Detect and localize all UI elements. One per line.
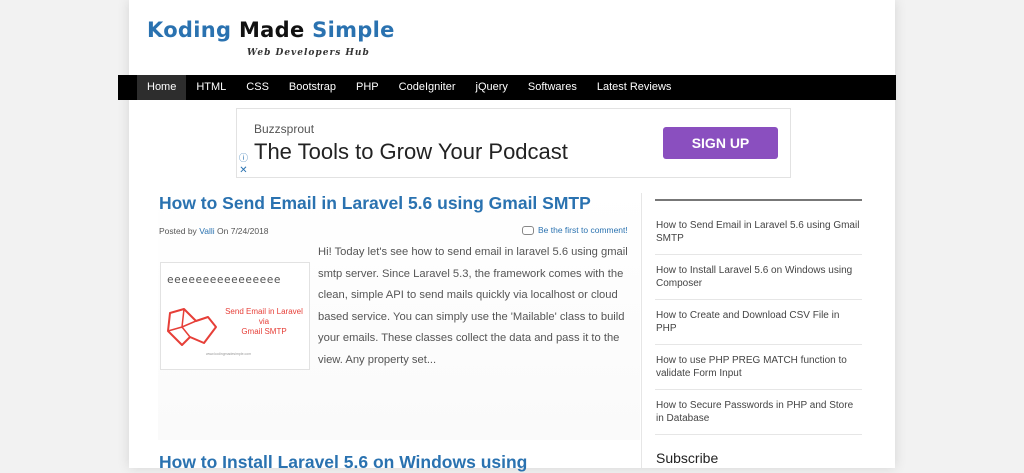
nav-item-codeigniter[interactable]: CodeIgniter (389, 75, 466, 100)
thumbnail-caption: Send Email in Laravel via Gmail SMTP (219, 307, 309, 337)
post-date: 7/24/2018 (230, 226, 269, 236)
main-nav: Home HTML CSS Bootstrap PHP CodeIgniter … (118, 75, 896, 100)
thumb-url: www.kodingmadesimple.com (206, 352, 252, 356)
recent-post-item[interactable]: How to Install Laravel 5.6 on Windows us… (655, 255, 862, 300)
post-meta: Posted by Valli On 7/24/2018 (159, 226, 269, 236)
nav-item-softwares[interactable]: Softwares (518, 75, 587, 100)
logo-word-simple: Simple (312, 18, 395, 42)
recent-post-item[interactable]: How to Secure Passwords in PHP and Store… (655, 390, 862, 435)
logo-word-made: Made (238, 18, 305, 42)
recent-post-item[interactable]: How to Create and Download CSV File in P… (655, 300, 862, 345)
ad-close-icon[interactable]: ✕ (238, 165, 249, 176)
logo-word-koding: Koding (147, 18, 232, 42)
post2-title-link[interactable]: How to Install Laravel 5.6 on Windows us… (159, 452, 527, 473)
post-card: How to Send Email in Laravel 5.6 using G… (158, 190, 640, 440)
thumb-line-3: Gmail SMTP (241, 327, 287, 336)
comment-icon (522, 225, 534, 235)
post-title-link[interactable]: How to Send Email in Laravel 5.6 using G… (159, 193, 591, 214)
nav-item-bootstrap[interactable]: Bootstrap (279, 75, 346, 100)
nav-item-home[interactable]: Home (137, 75, 187, 100)
meta-posted-by: Posted by (159, 226, 197, 236)
comments-link[interactable]: Be the first to comment! (522, 225, 628, 235)
nav-item-php[interactable]: PHP (346, 75, 389, 100)
content-divider (641, 193, 642, 468)
nav-item-css[interactable]: CSS (236, 75, 279, 100)
comments-label: Be the first to comment! (538, 225, 628, 235)
nav-item-latest-reviews[interactable]: Latest Reviews (587, 75, 682, 100)
nav-item-html[interactable]: HTML (186, 75, 236, 100)
thumb-line-1: Send Email in Laravel (225, 307, 303, 316)
notebook-rings: eeeeeeeeeeeeeeee (167, 273, 281, 286)
ad-banner[interactable]: Buzzsprout The Tools to Grow Your Podcas… (236, 108, 791, 178)
thumb-line-2: via (258, 317, 270, 326)
laravel-logo-icon (167, 308, 217, 346)
meta-on: On (217, 226, 229, 236)
ad-brand: Buzzsprout (254, 122, 315, 136)
author-link[interactable]: Valli (199, 226, 214, 236)
recent-post-item[interactable]: How to use PHP PREG MATCH function to va… (655, 345, 862, 390)
nav-item-jquery[interactable]: jQuery (466, 75, 518, 100)
post-thumbnail[interactable]: eeeeeeeeeeeeeeee Send Email in Laravel v… (160, 262, 310, 370)
ad-signup-button[interactable]: SIGN UP (663, 127, 778, 159)
recent-post-item[interactable]: How to Send Email in Laravel 5.6 using G… (655, 210, 862, 255)
sidebar-rule (655, 199, 862, 201)
ad-headline: The Tools to Grow Your Podcast (254, 139, 568, 164)
site-logo[interactable]: Koding Made Simple (147, 18, 395, 42)
site-tagline: Web Developers Hub (247, 48, 370, 58)
ad-info-icon[interactable]: ⓘ (238, 153, 249, 164)
recent-posts-list: How to Send Email in Laravel 5.6 using G… (655, 210, 862, 435)
subscribe-heading: Subscribe (656, 450, 719, 466)
post-excerpt: Hi! Today let's see how to send email in… (318, 246, 628, 366)
